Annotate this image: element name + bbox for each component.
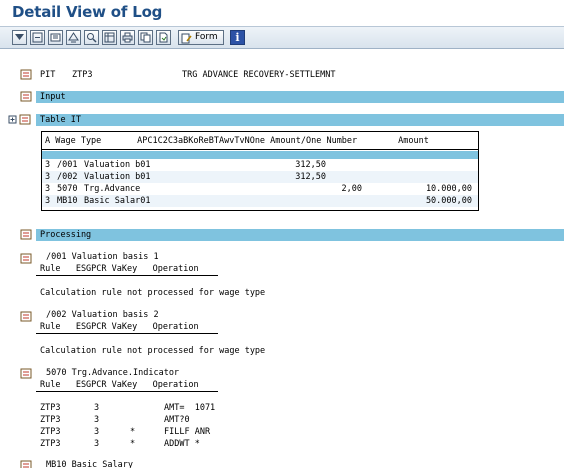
row-a: 3 [45,184,51,194]
table-it-grid: A Wage Type APC1C2C3aBKoReBTAwvTvNOne Am… [41,131,479,211]
log-content: PIT ZTP3 TRG ADVANCE RECOVERY-SETTLEMNT … [0,50,564,468]
op-operation: FILLF ANR [164,427,211,437]
copy-icon[interactable] [138,30,153,45]
section-columns: Rule ESGPCR VaKey Operation [40,380,199,390]
row-text: Basic Salar01 [84,196,151,206]
row-text: Valuation b01 [84,172,151,182]
row-text: Trg.Advance [84,184,141,194]
pcr-description: TRG ADVANCE RECOVERY-SETTLEMNT [182,70,336,80]
expand-subtree-icon[interactable] [48,30,63,45]
table-it-label: Table IT [40,115,81,125]
info-icon[interactable]: i [230,30,245,45]
table-row[interactable]: 3 /001 Valuation b01 312,50 [42,159,478,171]
section-columns: Rule ESGPCR VaKey Operation [40,264,199,274]
op-operation: AMT= 1071 [164,403,216,413]
section-title: /002 Valuation basis 2 [46,310,159,320]
row-amount-one: 312,50 [295,172,326,182]
section-title: MB10 Basic Salary [46,460,133,468]
row-a: 3 [45,172,51,182]
form-button[interactable]: Form [178,30,224,45]
op-esgpcr: 3 [94,403,100,413]
row-amount: 10.000,00 [425,184,472,194]
table-row[interactable]: 3 MB10 Basic Salar01 50.000,00 [42,195,478,207]
table-row[interactable]: 3 /002 Valuation b01 312,50 [42,171,478,183]
table-header: A Wage Type APC1C2C3aBKoReBTAwvTvNOne Am… [42,132,478,150]
pit-label: PIT [40,70,56,80]
table-column-headers: A Wage Type APC1C2C3aBKoReBTAwvTvNOne Am… [45,136,429,146]
table-it-header[interactable]: Table IT [36,114,564,126]
op-rule: ZTP3 [40,403,61,413]
pcr-name: ZTP3 [72,70,93,80]
section-divider [36,333,218,334]
row-amount: 50.000,00 [425,196,472,206]
form-button-label: Form [195,32,218,42]
section-icon[interactable] [20,253,32,264]
print-icon[interactable] [120,30,135,45]
table-row[interactable]: 3 5070 Trg.Advance 2,00 10.000,00 [42,183,478,195]
processing-folder-icon[interactable] [20,229,32,240]
expand-icon[interactable] [12,30,27,45]
section-icon[interactable] [20,368,32,379]
row-text: Valuation b01 [84,160,151,170]
op-rule: ZTP3 [40,427,61,437]
op-vakey: * [130,427,136,437]
window-title: Detail View of Log [12,3,163,21]
section-message: Calculation rule not processed for wage … [40,346,266,356]
row-number: 2,00 [341,184,362,194]
collapse-subtree-icon[interactable] [66,30,81,45]
local-file-icon[interactable] [156,30,171,45]
input-header[interactable]: Input [36,91,564,103]
op-operation: AMT?0 [164,415,190,425]
collapse-icon[interactable] [30,30,45,45]
row-a: 3 [45,196,51,206]
section-divider [36,391,218,392]
section-columns: Rule ESGPCR VaKey Operation [40,322,199,332]
form-icon [181,33,192,47]
table-expand-icon[interactable] [8,114,32,125]
op-operation: ADDWT * [164,439,200,449]
header-divider [42,149,478,150]
layout-icon[interactable] [102,30,117,45]
document-icon [20,69,32,80]
section-title: /001 Valuation basis 1 [46,252,159,262]
input-header-label: Input [40,92,66,102]
section-message: Calculation rule not processed for wage … [40,288,266,298]
op-esgpcr: 3 [94,427,100,437]
processing-header[interactable]: Processing [36,229,564,241]
find-icon[interactable] [84,30,99,45]
row-wage-type: MB10 [57,196,78,206]
processing-label: Processing [40,230,92,240]
table-separator-bar [42,151,478,159]
application-toolbar: Form i [0,26,564,49]
title-bar: Detail View of Log [0,0,564,26]
section-icon[interactable] [20,460,32,468]
op-esgpcr: 3 [94,415,100,425]
section-icon[interactable] [20,311,32,322]
input-folder-icon[interactable] [20,91,32,102]
op-rule: ZTP3 [40,415,61,425]
row-wage-type: /001 [57,160,78,170]
section-title: 5070 Trg.Advance.Indicator [46,368,180,378]
row-amount-one: 312,50 [295,160,326,170]
section-divider [36,275,218,276]
row-wage-type: 5070 [57,184,78,194]
row-wage-type: /002 [57,172,78,182]
op-rule: ZTP3 [40,439,61,449]
op-esgpcr: 3 [94,439,100,449]
row-a: 3 [45,160,51,170]
op-vakey: * [130,439,136,449]
